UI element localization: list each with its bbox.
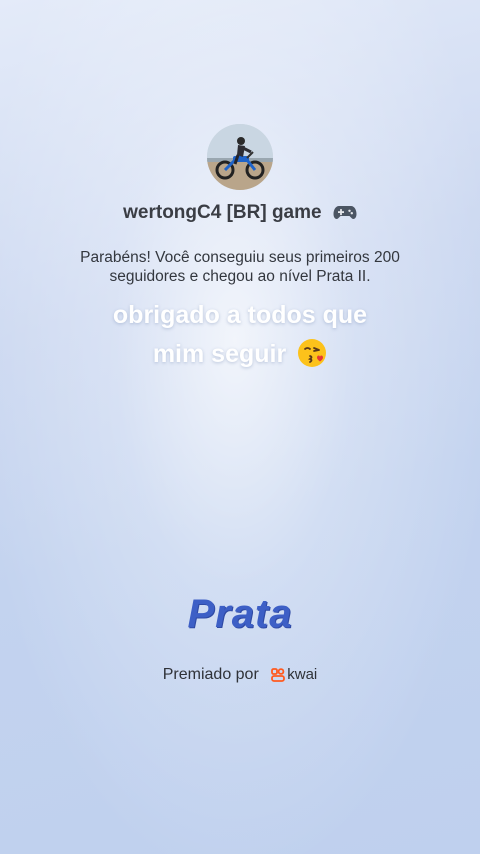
kissing-face-icon [297, 338, 327, 380]
kwai-brand-text: kwai [287, 666, 318, 683]
avatar[interactable] [207, 124, 273, 190]
game-controller-icon [333, 203, 357, 227]
avatar-photo [207, 124, 273, 190]
username[interactable]: wertongC4 [BR] game [0, 202, 480, 227]
caption-line-2-text: mim seguir [152, 340, 287, 368]
kwai-logo-icon [271, 668, 286, 687]
caption-text: obrigado a todos que mim seguir [60, 296, 420, 380]
caption-line-1: obrigado a todos que [112, 301, 368, 329]
level-title: Prata [187, 592, 293, 636]
caption-line-2: mim seguir [60, 335, 420, 380]
achievement-message: Parabéns! Você conseguiu seus primeiros … [80, 249, 400, 285]
username-text: wertongC4 [BR] game [123, 202, 322, 223]
awarded-by-label: Premiado por [162, 666, 259, 683]
awarded-by: Premiado por kwai [0, 666, 480, 687]
